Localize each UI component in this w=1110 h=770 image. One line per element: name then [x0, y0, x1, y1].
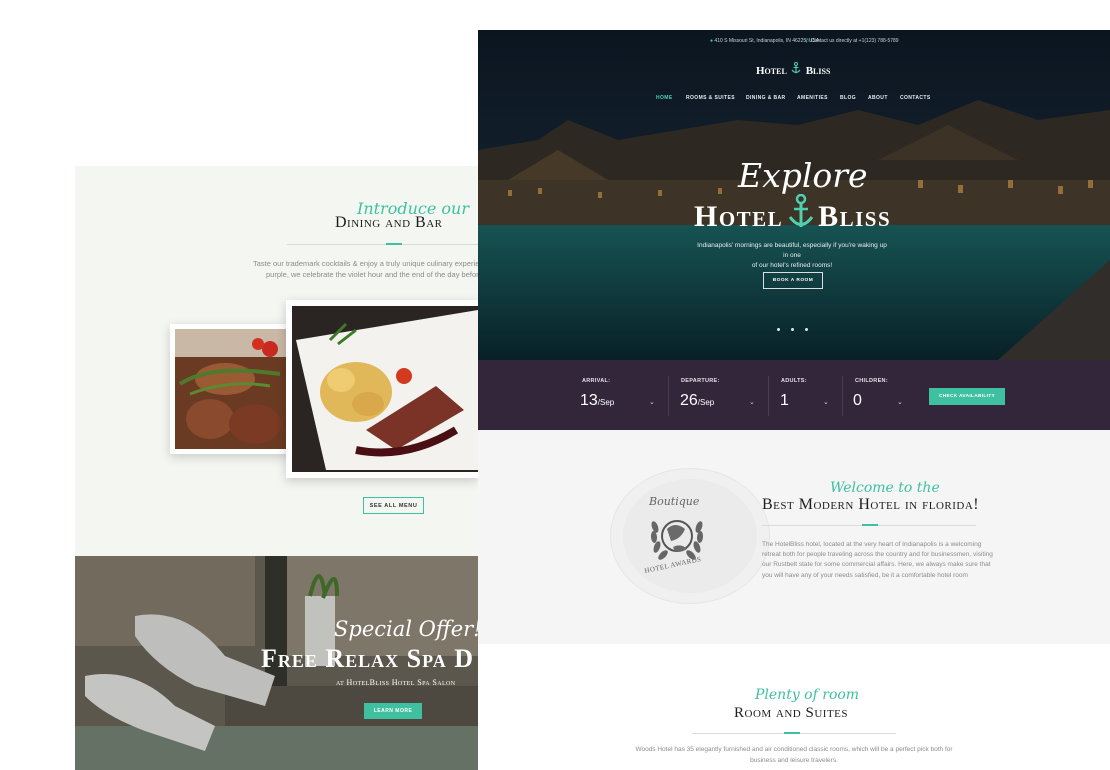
check-availability-button[interactable]: CHECK AVAILABILITY: [929, 388, 1005, 405]
see-all-menu-button[interactable]: SEE ALL MENU: [363, 497, 424, 514]
departure-value: 26/Sep: [680, 392, 714, 410]
spa-offer-section: Special Offer! Free Relax Spa D at Hotel…: [75, 556, 478, 770]
rooms-body: Woods Hotel has 35 elegantly furnished a…: [594, 744, 994, 766]
adults-label: ADULTS:: [781, 378, 807, 384]
rooms-intro-script: Plenty of room: [755, 687, 860, 703]
hero-title: Hotel Bliss: [694, 193, 892, 234]
welcome-body-line-3: our Rustbelt state for some commercial a…: [762, 561, 991, 569]
food-photo-small-image: [175, 329, 289, 449]
book-a-room-button[interactable]: BOOK A ROOM: [763, 272, 823, 289]
welcome-title: Best Modern Hotel in florida!: [762, 496, 980, 513]
departure-chevron-down-icon: ⌄: [749, 399, 755, 406]
booking-divider-2: [768, 376, 769, 416]
logo-text-left: Hotel: [756, 65, 787, 77]
topbar-phone-text: Contact us directly at +1(123) 788-5789: [810, 38, 899, 44]
arrival-chevron-down-icon: ⌄: [649, 399, 655, 406]
departure-label: DEPARTURE:: [681, 378, 720, 384]
badge-top-text: Boutique: [649, 495, 700, 508]
nav-home[interactable]: HOME: [656, 95, 673, 101]
dining-title-divider: [287, 244, 478, 245]
children-value: 0: [853, 392, 862, 409]
hero-description-line-1: Indianapolis' mornings are beautiful, es…: [697, 242, 887, 259]
rooms-title: Room and Suites: [734, 705, 849, 721]
award-badge: Boutique HOTEL AWARDS: [610, 468, 770, 604]
departure-month: /Sep: [697, 398, 715, 407]
rooms-section: Plenty of room Room and Suites Woods Hot…: [478, 644, 1110, 770]
hero-anchor-icon: [788, 193, 813, 227]
nav-dining-bar[interactable]: DINING & BAR: [746, 95, 786, 101]
phone-icon: ✆: [805, 38, 810, 44]
departure-day: 26: [680, 392, 698, 409]
topbar-phone[interactable]: ✆ Contact us directly at +1(123) 788-578…: [805, 38, 899, 44]
award-laurel-icon: [650, 520, 704, 560]
dining-title-accent: [386, 243, 402, 245]
dining-section: Introduce our Dining and Bar Taste our t…: [75, 166, 478, 556]
topbar-address: ● 410 S Missouri St, Indianapolis, IN 46…: [710, 38, 819, 44]
dining-text-line-2: purple, we celebrate the violet hour and…: [266, 270, 478, 279]
adults-value: 1: [780, 392, 789, 409]
dining-title: Dining and Bar: [335, 214, 443, 231]
map-pin-icon: ●: [710, 38, 714, 44]
back-page-preview: Introduce our Dining and Bar Taste our t…: [75, 166, 478, 770]
welcome-title-accent: [862, 524, 878, 526]
food-photo-small: [170, 324, 294, 454]
arrival-month: /Sep: [597, 398, 615, 407]
hero-title-left: Hotel: [694, 200, 784, 233]
front-page-preview: ● 410 S Missouri St, Indianapolis, IN 46…: [478, 30, 1110, 770]
rooms-body-line-1: Woods Hotel has 35 elegantly furnished a…: [635, 746, 953, 753]
welcome-section: Boutique HOTEL AWARDS Welcome to the Bes…: [478, 430, 1110, 644]
food-photo-large-image: [292, 306, 478, 472]
booking-bar: ARRIVAL: 13/Sep ⌄ DEPARTURE: 26/Sep ⌄ AD…: [478, 360, 1110, 430]
nav-blog[interactable]: BLOG: [840, 95, 856, 101]
learn-more-button[interactable]: LEARN MORE: [364, 703, 422, 719]
arrival-day: 13: [580, 392, 598, 409]
slider-dot-1[interactable]: [777, 328, 780, 331]
anchor-icon: [791, 62, 801, 74]
spa-offer-title: Free Relax Spa D: [261, 644, 475, 673]
hero-description-line-2: of our hotel's refined rooms!: [751, 262, 833, 269]
hero-section: ● 410 S Missouri St, Indianapolis, IN 46…: [478, 30, 1110, 360]
spa-offer-subtitle: at HotelBliss Hotel Spa Salon: [336, 678, 456, 687]
booking-divider-1: [668, 376, 669, 416]
welcome-body-line-1: The HotelBliss hotel, located at the ver…: [762, 541, 982, 548]
rooms-title-accent: [784, 732, 800, 734]
welcome-body-line-2: retreat both for people traveling across…: [762, 551, 993, 559]
hero-script-heading: Explore: [738, 156, 868, 195]
logo-text-right: Bliss: [805, 65, 831, 77]
welcome-body: The HotelBliss hotel, located at the ver…: [762, 540, 993, 581]
welcome-intro-script: Welcome to the: [830, 480, 940, 496]
topbar-address-text: 410 S Missouri St, Indianapolis, IN 4622…: [714, 38, 820, 44]
slider-dot-2[interactable]: [791, 328, 794, 331]
children-label: CHILDREN:: [855, 378, 888, 384]
arrival-label: ARRIVAL:: [582, 378, 611, 384]
nav-rooms-suites[interactable]: ROOMS & SUITES: [686, 95, 735, 101]
arrival-value: 13/Sep: [580, 392, 614, 410]
welcome-body-line-4: you will have any of your needs satisfie…: [762, 571, 968, 579]
nav-about[interactable]: ABOUT: [868, 95, 888, 101]
site-logo[interactable]: Hotel Bliss: [756, 61, 830, 79]
children-chevron-down-icon: ⌄: [897, 399, 903, 406]
spa-offer-script: Special Offer!: [334, 617, 478, 641]
adults-chevron-down-icon: ⌄: [823, 399, 829, 406]
hero-title-right: Bliss: [818, 200, 892, 233]
food-photo-large: [286, 300, 478, 478]
nav-contacts[interactable]: CONTACTS: [900, 95, 931, 101]
booking-divider-3: [842, 376, 843, 416]
rooms-body-line-2: business and leisure travelers.: [750, 757, 838, 764]
slider-dot-3[interactable]: [805, 328, 808, 331]
hero-description: Indianapolis' mornings are beautiful, es…: [694, 241, 890, 271]
nav-amenities[interactable]: AMENITIES: [797, 95, 828, 101]
